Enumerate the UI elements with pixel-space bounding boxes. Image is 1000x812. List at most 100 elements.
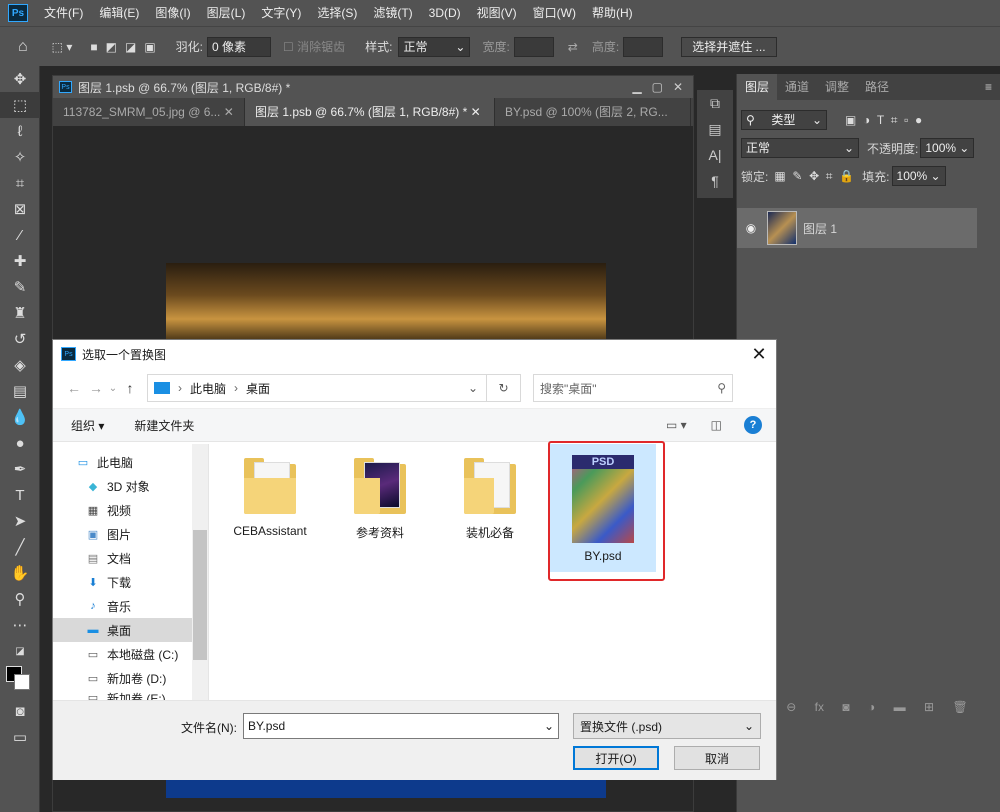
canvas-image-bottom[interactable] (166, 778, 606, 798)
fx-icon[interactable]: fx (815, 700, 824, 714)
file-item-reference[interactable]: 参考资料 (330, 444, 430, 541)
mask-icon[interactable]: ◙ (842, 700, 849, 714)
healing-brush-icon[interactable]: ✚ (0, 248, 40, 274)
stamp-tool-icon[interactable]: ♜ (0, 300, 40, 326)
path-select-icon[interactable]: ➤ (0, 508, 40, 534)
lasso-tool-icon[interactable]: ℓ (0, 118, 40, 144)
brush-tool-icon[interactable]: ✎ (0, 274, 40, 300)
tree-item-pictures[interactable]: ▣ 图片 (53, 522, 208, 546)
close-icon[interactable]: ✕ (471, 105, 481, 119)
quick-mask-icon[interactable]: ◙ (0, 698, 40, 724)
filter-icons[interactable]: ▣ ◑ T ⌗ ▫ ● (845, 113, 922, 128)
menu-help[interactable]: 帮助(H) (584, 0, 641, 26)
more-tools-icon[interactable]: ⋯ (0, 612, 40, 638)
trash-icon[interactable]: 🗑 (953, 700, 968, 714)
eraser-icon[interactable]: ◈ (0, 352, 40, 378)
filetype-select[interactable]: 置换文件 (.psd) ⌄ (573, 713, 761, 739)
window-controls[interactable]: ▁ ▢ ✕ (632, 80, 683, 94)
history-icon[interactable]: ▤ (697, 116, 733, 142)
file-item-cebassistant[interactable]: CEBAssistant (220, 444, 320, 538)
opacity-input[interactable]: 100% ⌄ (920, 138, 975, 158)
tab-document-1[interactable]: 113782_SMRM_05.jpg @ 6... ✕ (53, 98, 245, 126)
search-input[interactable]: 搜索"桌面" ⚲ (533, 374, 733, 402)
tree-item-3d-objects[interactable]: ◆ 3D 对象 (53, 474, 208, 498)
tab-paths[interactable]: 路径 (857, 74, 897, 100)
eye-icon[interactable]: ◉ (737, 221, 765, 235)
menu-image[interactable]: 图像(I) (147, 0, 198, 26)
link-icon[interactable]: ⊖ (786, 700, 796, 714)
gradient-tool-icon[interactable]: ▤ (0, 378, 40, 404)
chevron-down-icon[interactable]: ⌄ (468, 381, 478, 395)
crop-tool-icon[interactable]: ⌗ (0, 170, 40, 196)
filename-input[interactable]: BY.psd ⌄ (243, 713, 559, 739)
filter-kind-select[interactable]: ⚲ 类型 ⌄ (741, 110, 827, 130)
tree-item-this-pc[interactable]: ▭ 此电脑 (53, 450, 208, 474)
close-icon[interactable]: ✕ (224, 105, 234, 119)
help-icon[interactable]: ? (744, 416, 762, 434)
character-icon[interactable]: A| (697, 142, 733, 168)
blur-tool-icon[interactable]: 💧 (0, 404, 40, 430)
layer-name[interactable]: 图层 1 (803, 220, 837, 237)
menu-type[interactable]: 文字(Y) (253, 0, 309, 26)
tree-item-documents[interactable]: ▤ 文档 (53, 546, 208, 570)
frame-tool-icon[interactable]: ⊠ (0, 196, 40, 222)
marquee-tool-icon[interactable]: ⬚ (0, 92, 40, 118)
cancel-button[interactable]: 取消 (674, 746, 760, 770)
hand-tool-icon[interactable]: ✋ (0, 560, 40, 586)
breadcrumb-this-pc[interactable]: 此电脑 (190, 380, 226, 397)
style-select[interactable]: 正常 ⌄ (398, 36, 471, 57)
select-mask-button[interactable]: 选择并遮住 ... (681, 36, 777, 57)
intersect-selection-icon[interactable]: ▣ (144, 40, 155, 54)
tree-item-downloads[interactable]: ⬇ 下载 (53, 570, 208, 594)
menu-3d[interactable]: 3D(D) (421, 0, 469, 26)
type-tool-icon[interactable]: T (0, 482, 40, 508)
subtract-selection-icon[interactable]: ◪ (125, 40, 136, 54)
canvas-image[interactable] (166, 263, 606, 343)
address-bar[interactable]: › 此电脑 › 桌面 ⌄ (147, 374, 487, 402)
blend-mode-select[interactable]: 正常 ⌄ (741, 138, 859, 158)
panel-menu-icon[interactable]: ≡ (985, 74, 992, 100)
close-icon[interactable]: ✕ (742, 344, 776, 365)
swap-colors-icon[interactable]: ◪ (0, 638, 40, 664)
line-tool-icon[interactable]: ╱ (0, 534, 40, 560)
tree-item-videos[interactable]: ▦ 视频 (53, 498, 208, 522)
magic-wand-icon[interactable]: ✧ (0, 144, 40, 170)
tab-document-3[interactable]: BY.psd @ 100% (图层 2, RG... (495, 98, 691, 126)
swap-icon[interactable]: ⇄ (568, 40, 578, 54)
tree-item-desktop[interactable]: ▬ 桌面 (53, 618, 208, 642)
tree-item-drive-c[interactable]: ▭ 本地磁盘 (C:) (53, 642, 208, 666)
new-selection-icon[interactable]: ■ (90, 40, 97, 54)
tree-scrollbar-thumb[interactable] (193, 530, 207, 660)
layer-row[interactable]: ◉ 图层 1 (737, 208, 977, 248)
menu-file[interactable]: 文件(F) (36, 0, 91, 26)
tab-layers[interactable]: 图层 (737, 74, 778, 100)
zoom-tool-icon[interactable]: ⚲ (0, 586, 40, 612)
chevron-down-icon[interactable]: ⌄ (544, 719, 554, 733)
menu-layer[interactable]: 图层(L) (199, 0, 254, 26)
breadcrumb-desktop[interactable]: 桌面 (246, 380, 270, 397)
move-tool-icon[interactable]: ✥ (0, 66, 40, 92)
tab-adjustments[interactable]: 调整 (817, 74, 857, 100)
new-folder-button[interactable]: 新建文件夹 (134, 417, 194, 434)
preview-pane-icon[interactable]: ◫ (711, 418, 722, 432)
view-options-icon[interactable]: ▭ ▾ (666, 418, 687, 432)
color-swatches[interactable] (0, 664, 40, 698)
menu-filter[interactable]: 滤镜(T) (365, 0, 420, 26)
forward-icon[interactable]: → (85, 380, 107, 396)
history-brush-icon[interactable]: ↺ (0, 326, 40, 352)
menu-select[interactable]: 选择(S) (309, 0, 365, 26)
fill-input[interactable]: 100% ⌄ (891, 166, 946, 186)
organize-button[interactable]: 组织 ▾ (71, 417, 104, 434)
feather-input[interactable]: 0 像素 (207, 36, 271, 57)
menu-view[interactable]: 视图(V) (469, 0, 525, 26)
folder-icon[interactable]: ▬ (894, 700, 906, 714)
file-item-install-essentials[interactable]: 装机必备 (440, 444, 540, 541)
open-button[interactable]: 打开(O) (573, 746, 659, 770)
properties-icon[interactable]: ⧉ (697, 90, 733, 116)
tab-document-2[interactable]: 图层 1.psb @ 66.7% (图层 1, RGB/8#) * ✕ (245, 98, 495, 126)
dodge-tool-icon[interactable]: ● (0, 430, 40, 456)
marquee-preset-icon[interactable]: ⬚ ▾ (52, 40, 73, 54)
tree-item-drive-d[interactable]: ▭ 新加卷 (D:) (53, 666, 208, 690)
width-input[interactable] (513, 36, 554, 57)
eyedropper-icon[interactable]: ⁄ (0, 222, 40, 248)
